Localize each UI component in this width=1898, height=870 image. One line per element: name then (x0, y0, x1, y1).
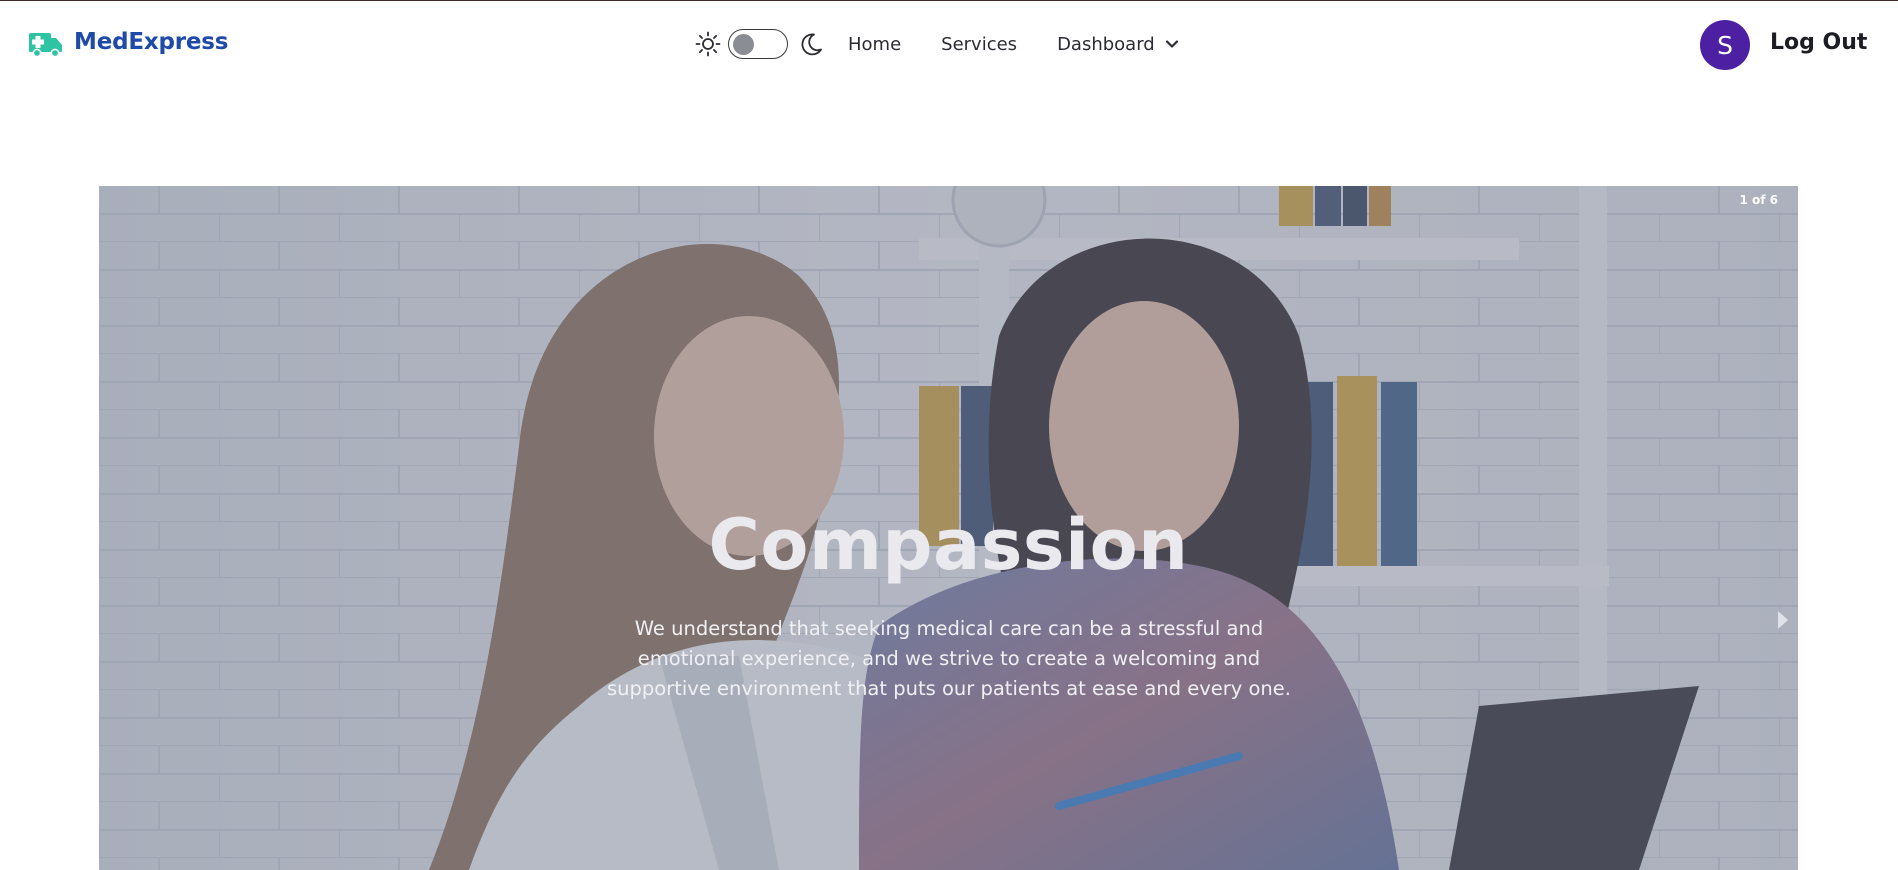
main-nav: Home Services Dashboard (694, 25, 1179, 63)
nav-services-link[interactable]: Services (941, 34, 1017, 55)
slide-counter: 1 of 6 (1739, 193, 1778, 207)
next-arrow-icon[interactable] (1776, 609, 1790, 631)
theme-toggle-knob (733, 33, 754, 55)
moon-icon (801, 33, 822, 56)
slide-title: Compassion (708, 504, 1189, 586)
nav-dashboard-label: Dashboard (1057, 33, 1155, 55)
nav-dashboard-dropdown[interactable]: Dashboard (1057, 34, 1179, 55)
brand[interactable]: MedExpress (28, 27, 228, 57)
avatar[interactable]: S (1700, 20, 1750, 70)
slide-description: We understand that seeking medical care … (607, 617, 1291, 700)
navbar: MedExpress Home Services Dashboard S Log… (0, 1, 1898, 85)
hero-carousel: 1 of 6 Compassion We understand that see… (99, 186, 1798, 870)
sun-icon (695, 31, 721, 57)
ambulance-logo-icon (29, 33, 62, 57)
nav-home-link[interactable]: Home (848, 34, 901, 55)
logout-button[interactable]: Log Out (1770, 30, 1867, 55)
theme-toggle[interactable] (728, 29, 788, 59)
chevron-down-icon (1165, 40, 1178, 48)
brand-name: MedExpress (74, 29, 229, 55)
